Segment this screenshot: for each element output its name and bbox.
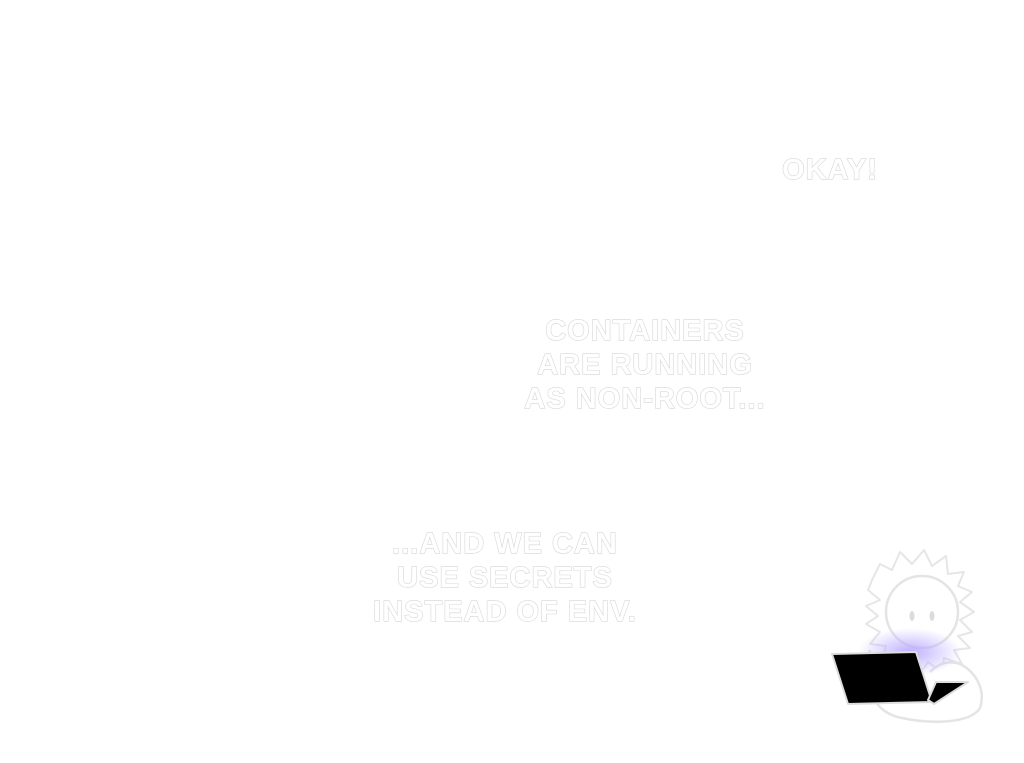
- caption-okay: OKAY!: [760, 153, 900, 187]
- caption-line: USE SECRETS: [397, 561, 613, 594]
- caption-line: ...AND WE CAN: [392, 527, 618, 560]
- caption-line: INSTEAD OF ENV.: [373, 595, 637, 628]
- spiky-haired-character-icon: [831, 549, 983, 723]
- caption-line: CONTAINERS: [545, 314, 745, 347]
- caption-line: OKAY!: [782, 153, 878, 186]
- caption-line: ARE RUNNING: [537, 348, 753, 381]
- caption-line: AS NON-ROOT...: [524, 382, 766, 415]
- caption-containers-non-root: CONTAINERS ARE RUNNING AS NON-ROOT...: [480, 314, 810, 416]
- caption-use-secrets: ...AND WE CAN USE SECRETS INSTEAD OF ENV…: [340, 527, 670, 629]
